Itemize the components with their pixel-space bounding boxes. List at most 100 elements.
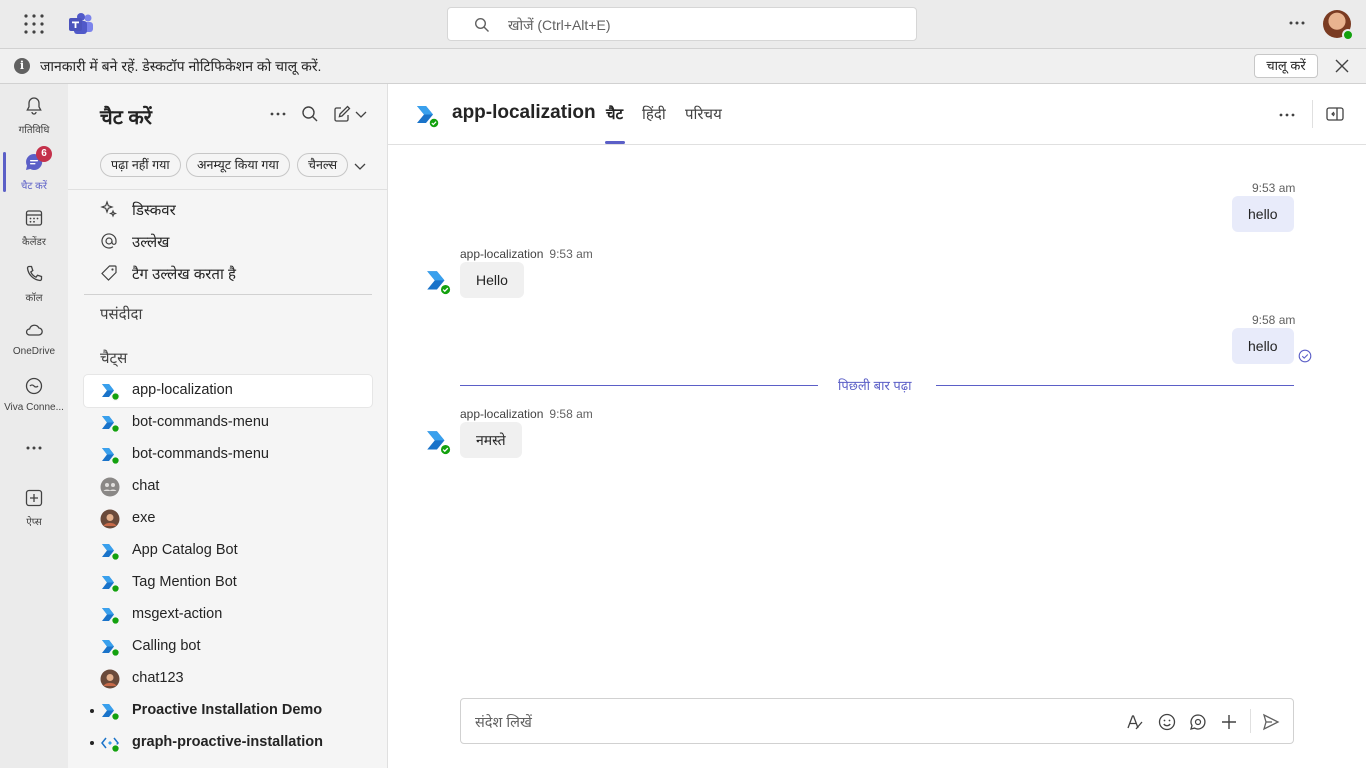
sent-message-bubble[interactable]: hello — [1232, 328, 1294, 364]
person-avatar-icon — [100, 669, 120, 689]
tab-chat[interactable]: चैट — [606, 104, 623, 124]
rail-label: गतिविधि — [18, 125, 50, 136]
tab-hindi[interactable]: हिंदी — [642, 104, 666, 124]
chat-list-item[interactable]: Calling bot — [84, 631, 372, 663]
rail-label: कॉल — [25, 293, 43, 304]
app-bar: गतिविधि 6 चैट करें कैलेंडर कॉल OneDrive — [0, 84, 68, 768]
bot-avatar-icon — [427, 431, 452, 456]
chat-list-item[interactable]: bot-commands-menu — [84, 407, 372, 439]
rail-more-apps[interactable] — [0, 424, 68, 480]
rail-item-chat[interactable]: 6 चैट करें — [0, 144, 68, 200]
add-apps-icon — [25, 489, 43, 507]
search-icon[interactable] — [300, 104, 320, 124]
loop-icon[interactable] — [1188, 712, 1208, 732]
chat-list-item[interactable]: App Catalog Bot — [84, 535, 372, 567]
sparkle-icon — [100, 200, 118, 218]
bot-icon — [100, 605, 120, 625]
message-meta: app-localization 9:53 am — [460, 247, 593, 261]
info-icon: i — [14, 58, 30, 74]
chat-name: bot-commands-menu — [132, 446, 269, 462]
message-compose-box[interactable]: संदेश लिखें — [460, 698, 1294, 744]
chat-list-item[interactable]: Proactive Installation Demo — [84, 695, 372, 727]
notification-banner: i जानकारी में बने रहें. डेस्कटॉप नोटिफिक… — [0, 48, 1366, 84]
search-box[interactable]: खोजें (Ctrl+Alt+E) — [447, 7, 917, 41]
chat-name: Tag Mention Bot — [132, 574, 237, 590]
rail-label: चैट करें — [21, 181, 47, 192]
rail-item-calendar[interactable]: कैलेंडर — [0, 200, 68, 256]
person-avatar-icon — [100, 509, 120, 529]
new-chat-icon[interactable] — [332, 104, 352, 124]
chat-list-item[interactable]: msgext-action — [84, 599, 372, 631]
app-launcher-icon[interactable] — [22, 13, 46, 35]
filter-channels[interactable]: चैनल्स — [297, 153, 349, 177]
send-icon[interactable] — [1261, 712, 1281, 732]
chat-list-item[interactable]: app-localization — [84, 375, 372, 407]
seen-check-icon — [1298, 349, 1312, 363]
divider — [68, 189, 388, 190]
chat-name: exe — [132, 510, 156, 526]
close-icon[interactable] — [1335, 59, 1349, 73]
tab-about[interactable]: परिचय — [685, 104, 722, 124]
received-message-bubble[interactable]: Hello — [460, 262, 524, 298]
conversation-title: app-localization — [452, 102, 596, 123]
bot-icon — [100, 413, 120, 433]
divider — [84, 294, 372, 295]
format-icon[interactable] — [1125, 712, 1145, 732]
chat-list-item[interactable]: chat — [84, 471, 372, 503]
filter-unread[interactable]: पढ़ा नहीं गया — [100, 153, 181, 177]
section-favorites[interactable]: पसंदीदा — [100, 304, 142, 324]
more-options-icon[interactable] — [268, 104, 288, 124]
chat-name: Calling bot — [132, 638, 201, 654]
rail-item-viva-connections[interactable]: Viva Conne... — [0, 368, 68, 424]
chat-list-item[interactable]: Tag Mention Bot — [84, 567, 372, 599]
quick-mentions[interactable]: उल्लेख — [100, 228, 360, 256]
chat-list-item[interactable]: chat123 — [84, 663, 372, 695]
section-chats[interactable]: चैट्स — [100, 348, 127, 368]
chevron-down-icon[interactable] — [353, 159, 367, 173]
chat-list-item[interactable]: graph-proactive-installation — [84, 727, 372, 759]
rail-item-apps[interactable]: ऐप्स — [0, 480, 68, 536]
enable-notifications-button[interactable]: चालू करें — [1254, 54, 1318, 78]
chat-list-item[interactable]: exe — [84, 503, 372, 535]
bot-icon — [100, 541, 120, 561]
user-avatar[interactable] — [1323, 10, 1354, 41]
divider-line — [936, 385, 1294, 386]
conversation-header: app-localization चैट हिंदी परिचय — [388, 84, 1366, 145]
presence-available-icon — [1342, 29, 1354, 41]
sent-message-bubble[interactable]: hello — [1232, 196, 1294, 232]
chevron-down-icon[interactable] — [354, 104, 368, 124]
group-avatar-icon — [100, 477, 120, 497]
filter-unmuted[interactable]: अनम्यूट किया गया — [186, 153, 290, 177]
last-read-label: पिछली बार पढ़ा — [838, 378, 912, 393]
add-icon[interactable] — [1219, 712, 1239, 732]
rail-item-activity[interactable]: गतिविधि — [0, 88, 68, 144]
bot-icon — [100, 445, 120, 465]
more-options-icon[interactable] — [1286, 12, 1308, 34]
emoji-icon[interactable] — [1157, 712, 1177, 732]
unread-badge: 6 — [36, 146, 52, 162]
pane-title: चैट करें — [100, 107, 152, 129]
bell-icon — [26, 97, 42, 115]
quick-label: उल्लेख — [132, 234, 170, 251]
chat-name: Proactive Installation Demo — [132, 702, 323, 718]
rail-item-calls[interactable]: कॉल — [0, 256, 68, 312]
sender-name: app-localization — [460, 247, 544, 261]
quick-label: टैग उल्लेख करता है — [132, 266, 236, 283]
conversation-pane: app-localization चैट हिंदी परिचय 9:53 am… — [388, 84, 1366, 768]
received-message-bubble[interactable]: नमस्ते — [460, 422, 522, 458]
bot-avatar-icon — [427, 271, 452, 296]
chat-name: chat — [132, 478, 160, 494]
chat-name: msgext-action — [132, 606, 223, 622]
more-options-icon[interactable] — [1276, 104, 1298, 126]
chat-list-item[interactable]: bot-commands-menu — [84, 439, 372, 471]
quick-discover[interactable]: डिस्कवर — [100, 196, 360, 224]
teams-logo-icon — [69, 13, 93, 34]
bot-icon — [100, 381, 120, 401]
quick-tag-mentions[interactable]: टैग उल्लेख करता है — [100, 260, 360, 288]
sender-name: app-localization — [460, 407, 544, 421]
bot-icon — [100, 701, 120, 721]
open-side-panel-icon[interactable] — [1325, 104, 1345, 124]
message-timestamp: 9:58 am — [549, 407, 593, 421]
rail-item-onedrive[interactable]: OneDrive — [0, 312, 68, 368]
unread-dot-icon — [90, 741, 94, 745]
